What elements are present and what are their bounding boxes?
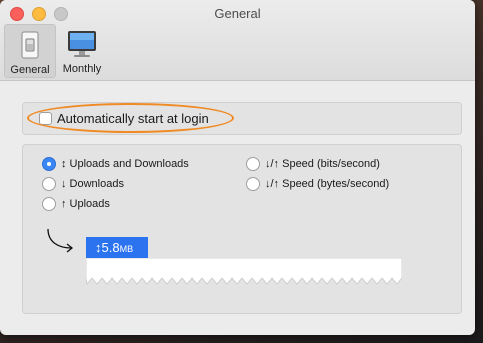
radio-label: ↓ Downloads [61,178,124,190]
radio-label: ↓/↑ Speed (bits/second) [265,158,380,170]
radio-downloads[interactable]: ↓ Downloads [42,177,124,191]
radio-uploads-and-downloads[interactable]: ↕ Uploads and Downloads [42,157,189,171]
tab-general[interactable]: General [4,24,56,78]
radio-speed-bytes[interactable]: ↓/↑ Speed (bytes/second) [246,177,389,191]
radio-button[interactable] [42,197,56,211]
radio-label: ↑ Uploads [61,198,110,210]
tab-general-label: General [10,64,50,76]
menubar-preview-strip [86,258,402,285]
preview-value: ↕5.8 [95,240,120,255]
curved-arrow-icon [47,228,74,253]
radio-button[interactable] [246,177,260,191]
radio-uploads[interactable]: ↑ Uploads [42,197,110,211]
tab-monthly-label: Monthly [62,63,102,75]
radio-button[interactable] [42,177,56,191]
preview-unit: MB [119,244,134,254]
radio-label: ↓/↑ Speed (bytes/second) [265,178,390,190]
monitor-icon [68,31,96,57]
radio-button[interactable] [42,157,56,171]
menubar-speed-preview: ↕5.8MB [86,237,148,258]
title-bar: General General Monthly [0,0,475,81]
highlight-annotation [27,103,234,133]
radio-speed-bits[interactable]: ↓/↑ Speed (bits/second) [246,157,380,171]
preferences-window: General General Monthly Automatically st… [0,0,475,335]
tab-monthly[interactable]: Monthly [56,24,108,78]
switch-icon [21,31,39,59]
radio-button[interactable] [246,157,260,171]
window-title: General [214,6,261,21]
radio-label: ↕ Uploads and Downloads [61,158,189,170]
preferences-toolbar: General Monthly [4,24,108,78]
